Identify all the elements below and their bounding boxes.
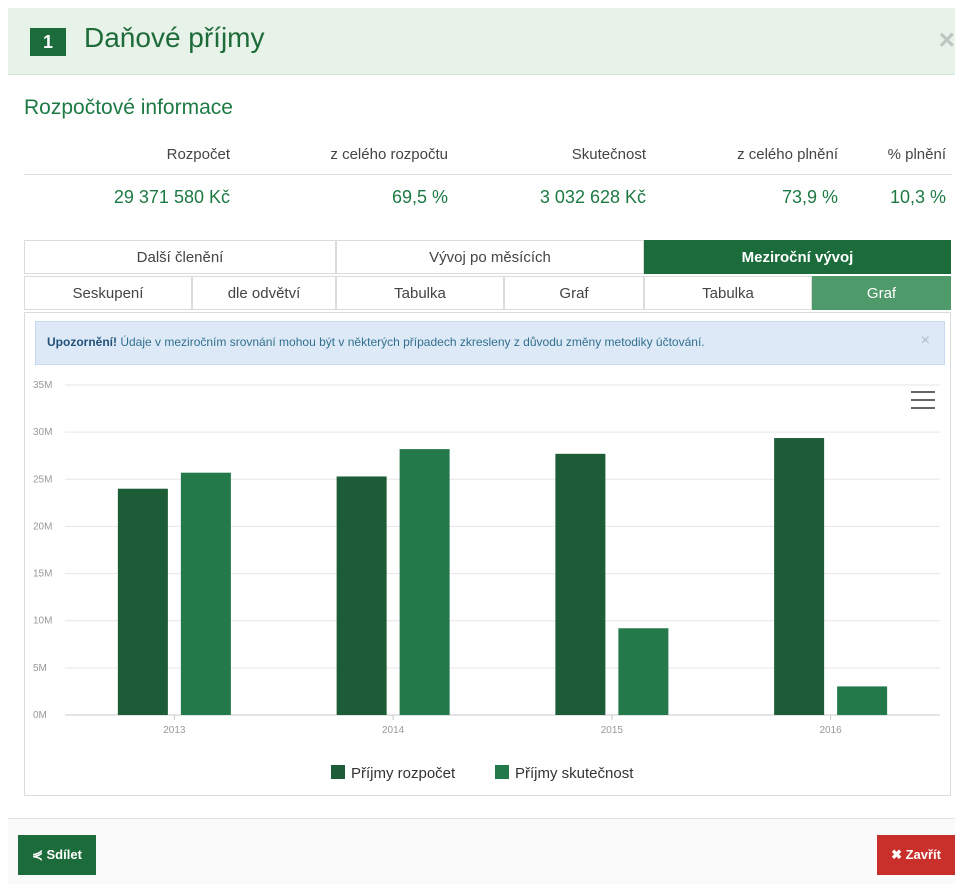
- y-tick-label: 5M: [33, 663, 47, 674]
- tab-vyvoj-po-mesicich[interactable]: Vývoj po měsících: [336, 240, 644, 274]
- share-icon: ⋞: [32, 847, 47, 862]
- close-icon: ✖: [891, 847, 906, 862]
- budget-value-rozpocet: 29 371 580 Kč: [113, 187, 230, 207]
- legend-swatch-rozpocet: [331, 765, 345, 779]
- budget-header-podil-plneni: z celého plnění: [737, 146, 838, 163]
- warning-strong: Upozornění!: [47, 335, 117, 349]
- section-number-badge: 1: [30, 28, 66, 56]
- share-label: Sdílet: [46, 847, 82, 862]
- chart-panel: Upozornění! Údaje v meziročním srovnání …: [24, 312, 951, 796]
- tab-row-secondary: Seskupení dle odvětví Tabulka Graf Tabul…: [24, 276, 951, 312]
- legend-swatch-skutecnost: [495, 765, 509, 779]
- close-label: Zavřít: [905, 847, 941, 862]
- alert-close-icon[interactable]: ×: [921, 332, 930, 350]
- budget-value-skutecnost: 3 032 628 Kč: [539, 187, 646, 207]
- tab-mezirocni-vyvoj[interactable]: Meziroční vývoj: [644, 240, 951, 274]
- bar-chart: 0M 5M 10M 15M 20M 25M 30M 35M 2013 2014 2015 2016: [33, 380, 940, 736]
- tab-mesice-graf[interactable]: Graf: [504, 276, 644, 310]
- bar-rozpocet-2013: [117, 488, 168, 715]
- y-tick-label: 0M: [33, 710, 47, 721]
- y-tick-label: 10M: [33, 616, 52, 627]
- budget-value-podil-plneni: 73,9 %: [781, 187, 838, 207]
- bar-skutecnost-2015: [618, 628, 669, 715]
- section-title: Rozpočtové informace: [24, 96, 233, 119]
- modal-title: Daňové příjmy: [84, 22, 265, 53]
- y-tick-label: 20M: [33, 521, 52, 532]
- budget-header-rozpocet: Rozpočet: [166, 146, 230, 163]
- budget-header-skutecnost: Skutečnost: [571, 146, 646, 163]
- tab-row-primary: Další členění Vývoj po měsících Meziročn…: [24, 240, 951, 276]
- budget-header-procento-plneni: % plnění: [887, 146, 946, 163]
- y-tick-label: 15M: [33, 569, 52, 580]
- modal-header: 1 Daňové příjmy ×: [8, 8, 955, 75]
- legend-item-skutecnost[interactable]: Příjmy skutečnost: [495, 765, 633, 782]
- close-button[interactable]: ✖ Zavřít: [877, 835, 955, 875]
- budget-header-podil-rozpoctu: z celého rozpočtu: [330, 146, 448, 163]
- budget-table: Rozpočet z celého rozpočtu Skutečnost z …: [24, 138, 952, 221]
- bar-skutecnost-2013: [180, 472, 231, 715]
- tab-dle-odvetvi[interactable]: dle odvětví: [192, 276, 336, 310]
- tab-seskupeni[interactable]: Seskupení: [24, 276, 192, 310]
- x-tick-label: 2016: [820, 725, 843, 736]
- budget-value-podil-rozpoctu: 69,5 %: [391, 187, 448, 207]
- bar-skutecnost-2014: [399, 449, 450, 715]
- tab-mezirocni-graf[interactable]: Graf: [812, 276, 951, 310]
- budget-header-row: Rozpočet z celého rozpočtu Skutečnost z …: [24, 138, 952, 174]
- bar-rozpocet-2014: [336, 476, 387, 715]
- x-tick-label: 2014: [382, 725, 405, 736]
- legend-label-rozpocet: Příjmy rozpočet: [351, 765, 456, 782]
- y-tick-label: 35M: [33, 380, 52, 391]
- tab-mesice-tabulka[interactable]: Tabulka: [336, 276, 504, 310]
- tab-dalsi-cleneni[interactable]: Další členění: [24, 240, 336, 274]
- warning-text: Upozornění! Údaje v meziročním srovnání …: [47, 335, 705, 349]
- budget-values-row: 29 371 580 Kč 69,5 % 3 032 628 Kč 73,9 %…: [24, 174, 952, 221]
- tab-mezirocni-tabulka[interactable]: Tabulka: [644, 276, 812, 310]
- budget-value-procento-plneni: 10,3 %: [889, 187, 946, 207]
- x-tick-label: 2015: [601, 725, 624, 736]
- close-icon[interactable]: ×: [939, 24, 955, 56]
- y-tick-label: 30M: [33, 427, 52, 438]
- legend-label-skutecnost: Příjmy skutečnost: [515, 765, 634, 782]
- warning-alert: Upozornění! Údaje v meziročním srovnání …: [35, 321, 945, 365]
- bar-rozpocet-2015: [555, 453, 606, 715]
- share-button[interactable]: ⋞ Sdílet: [18, 835, 96, 875]
- view-tabs: Další členění Vývoj po měsících Meziročn…: [24, 240, 951, 312]
- bar-skutecnost-2016: [837, 686, 888, 715]
- legend-item-rozpocet[interactable]: Příjmy rozpočet: [331, 765, 455, 782]
- bar-rozpocet-2016: [774, 438, 825, 715]
- x-tick-label: 2013: [163, 725, 186, 736]
- warning-message: Údaje v meziročním srovnání mohou být v …: [117, 335, 705, 349]
- modal-footer: ⋞ Sdílet ✖ Zavřít: [8, 818, 955, 884]
- y-tick-label: 25M: [33, 474, 52, 485]
